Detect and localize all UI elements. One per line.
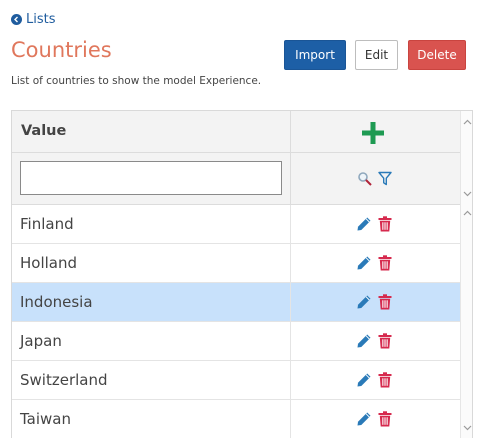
column-header-value[interactable]: Value bbox=[21, 123, 66, 139]
plus-icon[interactable] bbox=[361, 121, 385, 145]
import-button[interactable]: Import bbox=[284, 40, 346, 70]
table-row[interactable]: Switzerland bbox=[12, 361, 460, 400]
trash-icon[interactable] bbox=[378, 216, 392, 232]
column-divider bbox=[290, 153, 291, 204]
row-value: Finland bbox=[20, 215, 74, 233]
pencil-icon[interactable] bbox=[356, 294, 372, 310]
page-subtitle: List of countries to show the model Expe… bbox=[11, 75, 262, 87]
pencil-icon[interactable] bbox=[356, 255, 372, 271]
table-row[interactable]: Taiwan bbox=[12, 400, 460, 438]
table-row[interactable]: Finland bbox=[12, 205, 460, 244]
delete-button[interactable]: Delete bbox=[408, 40, 466, 70]
column-divider bbox=[290, 322, 291, 360]
table-row[interactable]: Holland bbox=[12, 244, 460, 283]
grid-rows: Finland Holland Indonesia Japan Switzerl… bbox=[12, 205, 460, 438]
circle-arrow-left-icon bbox=[11, 14, 22, 25]
table-row[interactable]: Indonesia bbox=[12, 283, 460, 322]
funnel-icon[interactable] bbox=[378, 171, 392, 186]
table-row[interactable]: Japan bbox=[12, 322, 460, 361]
row-value: Taiwan bbox=[20, 410, 72, 428]
pencil-icon[interactable] bbox=[356, 216, 372, 232]
scroll-up-arrow-icon[interactable] bbox=[463, 210, 472, 216]
rows-scrollbar[interactable] bbox=[460, 205, 472, 438]
row-value: Japan bbox=[20, 332, 62, 350]
trash-icon[interactable] bbox=[378, 372, 392, 388]
column-divider bbox=[290, 205, 291, 243]
page-title: Countries bbox=[11, 38, 112, 62]
pencil-icon[interactable] bbox=[356, 333, 372, 349]
row-value: Switzerland bbox=[20, 371, 108, 389]
row-value: Holland bbox=[20, 254, 78, 272]
column-divider bbox=[290, 283, 291, 321]
column-divider bbox=[290, 361, 291, 399]
filter-row bbox=[12, 153, 460, 205]
trash-icon[interactable] bbox=[378, 333, 392, 349]
column-divider bbox=[290, 111, 291, 152]
countries-grid: Value Finland Holland Indonesia Japan Sw… bbox=[11, 110, 473, 438]
scroll-down-arrow-icon[interactable] bbox=[463, 191, 472, 197]
pencil-icon[interactable] bbox=[356, 372, 372, 388]
magnifier-icon[interactable] bbox=[357, 171, 372, 186]
grid-header: Value bbox=[12, 111, 460, 153]
filter-input[interactable] bbox=[20, 161, 282, 195]
row-value: Indonesia bbox=[20, 293, 93, 311]
trash-icon[interactable] bbox=[378, 255, 392, 271]
back-link-lists[interactable]: Lists bbox=[11, 12, 56, 27]
edit-button[interactable]: Edit bbox=[355, 40, 398, 70]
column-divider bbox=[290, 400, 291, 438]
scroll-up-arrow-icon[interactable] bbox=[463, 119, 472, 125]
back-link-label: Lists bbox=[26, 12, 56, 27]
header-scrollbar[interactable] bbox=[460, 111, 472, 205]
pencil-icon[interactable] bbox=[356, 411, 372, 427]
trash-icon[interactable] bbox=[378, 411, 392, 427]
scroll-down-arrow-icon[interactable] bbox=[463, 425, 472, 431]
trash-icon[interactable] bbox=[378, 294, 392, 310]
column-divider bbox=[290, 244, 291, 282]
